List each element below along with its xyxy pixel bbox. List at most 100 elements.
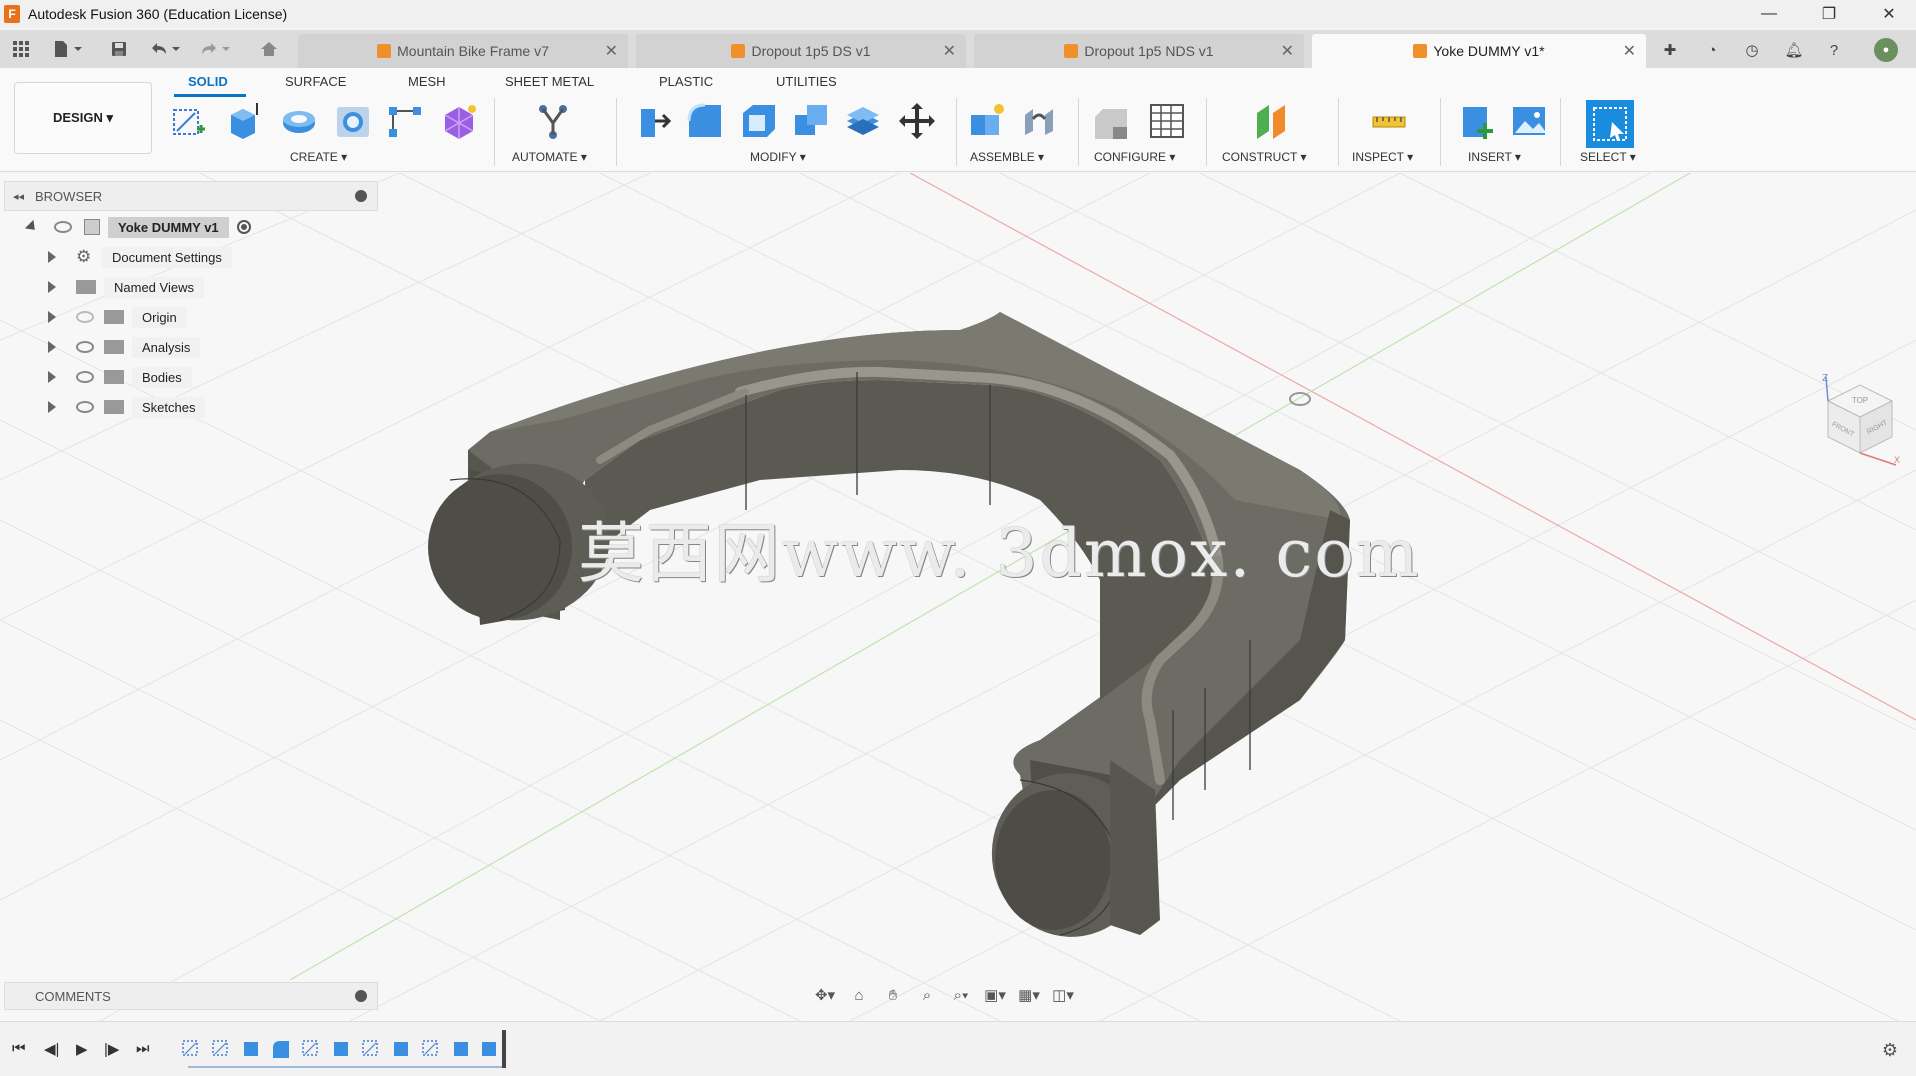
model-scene[interactable] xyxy=(0,173,1916,1021)
create-form-icon[interactable] xyxy=(438,100,480,142)
hidden-eye-icon[interactable] xyxy=(76,311,94,323)
expand-arrow-icon[interactable] xyxy=(48,311,56,323)
timeline-position-marker[interactable] xyxy=(502,1030,506,1068)
browser-item-origin[interactable]: Origin xyxy=(48,304,187,330)
tab-solid[interactable]: SOLID xyxy=(188,74,228,89)
select-menu[interactable]: SELECT ▾ xyxy=(1580,150,1636,164)
yoke-body[interactable] xyxy=(418,312,1350,949)
comments-panel[interactable]: COMMENTS xyxy=(4,982,378,1010)
tab-plastic[interactable]: PLASTIC xyxy=(659,74,713,89)
timeline-extrude-icon[interactable] xyxy=(240,1038,262,1060)
browser-panel-header[interactable]: ◂◂ BROWSER xyxy=(4,181,378,211)
visibility-eye-icon[interactable] xyxy=(54,221,72,233)
browser-item-sketches[interactable]: Sketches xyxy=(48,394,206,420)
tab-utilities[interactable]: UTILITIES xyxy=(776,74,837,89)
tab-dropout-ds[interactable]: Dropout 1p5 DS v1 ✕ xyxy=(636,34,966,68)
add-comment-icon[interactable] xyxy=(355,990,367,1002)
configuration-table-icon[interactable] xyxy=(1146,100,1188,142)
restore-button[interactable]: ❐ xyxy=(1806,0,1852,28)
configure-menu[interactable]: CONFIGURE ▾ xyxy=(1094,150,1175,164)
tab-sheet-metal[interactable]: SHEET METAL xyxy=(505,74,594,89)
close-tab-icon[interactable]: ✕ xyxy=(943,41,956,61)
pan-hand-icon[interactable]: ✋︎ xyxy=(878,982,908,1008)
play-icon[interactable]: ▶︎ xyxy=(76,1040,88,1058)
tab-mountain-bike-frame[interactable]: Mountain Bike Frame v7 ✕ xyxy=(298,34,628,68)
joint-icon[interactable] xyxy=(1018,100,1060,142)
pattern-icon[interactable] xyxy=(384,100,426,142)
timeline-extrude-icon[interactable] xyxy=(478,1038,500,1060)
timeline-fillet-icon[interactable] xyxy=(270,1038,292,1060)
look-at-icon[interactable]: ⌂ xyxy=(844,982,874,1008)
new-component-icon[interactable] xyxy=(966,100,1008,142)
notifications-icon[interactable]: 🔔︎ xyxy=(1782,38,1806,62)
create-sketch-icon[interactable] xyxy=(168,100,210,142)
combine-icon[interactable] xyxy=(790,100,832,142)
redo-icon[interactable] xyxy=(196,36,234,62)
create-menu[interactable]: CREATE ▾ xyxy=(290,150,347,164)
tab-yoke-dummy[interactable]: Yoke DUMMY v1* ✕ xyxy=(1312,34,1646,68)
insert-derive-icon[interactable] xyxy=(1456,100,1498,142)
timeline-sketch-icon[interactable] xyxy=(360,1038,382,1060)
modify-menu[interactable]: MODIFY ▾ xyxy=(750,150,806,164)
timeline-sketch-icon[interactable] xyxy=(180,1038,202,1060)
timeline-sketch-icon[interactable] xyxy=(210,1038,232,1060)
expand-arrow-icon[interactable] xyxy=(48,371,56,383)
expand-arrow-icon[interactable] xyxy=(48,341,56,353)
timeline-extrude-icon[interactable] xyxy=(450,1038,472,1060)
home-icon[interactable] xyxy=(256,36,282,62)
viewports-icon[interactable]: ◫▾ xyxy=(1048,982,1078,1008)
display-settings-icon[interactable]: ▣▾ xyxy=(980,982,1010,1008)
close-window-button[interactable]: ✕ xyxy=(1866,0,1912,28)
timeline-extrude-icon[interactable] xyxy=(330,1038,352,1060)
expand-arrow-icon[interactable] xyxy=(48,251,56,263)
activate-component-icon[interactable] xyxy=(236,220,251,234)
timeline-sketch-icon[interactable] xyxy=(420,1038,442,1060)
minimize-button[interactable]: — xyxy=(1746,0,1792,28)
measure-icon[interactable] xyxy=(1368,100,1410,142)
step-forward-icon[interactable]: |▶︎ xyxy=(104,1040,119,1058)
timeline-sketch-icon[interactable] xyxy=(300,1038,322,1060)
timeline-extrude-icon[interactable] xyxy=(390,1038,412,1060)
expand-arrow-icon[interactable] xyxy=(24,219,40,235)
save-icon[interactable] xyxy=(106,36,132,62)
browser-root-label[interactable]: Yoke DUMMY v1 xyxy=(108,216,229,238)
fillet-icon[interactable] xyxy=(684,100,726,142)
app-grid-icon[interactable] xyxy=(8,36,34,62)
configure-icon[interactable] xyxy=(1090,100,1132,142)
close-tab-icon[interactable]: ✕ xyxy=(605,41,618,61)
extensions-icon[interactable]: ◔ xyxy=(1700,38,1724,62)
graphics-viewport[interactable]: TOP FRONT RIGHT Z X xyxy=(0,173,1916,1021)
new-tab-icon[interactable]: ✚ xyxy=(1658,38,1682,62)
expand-arrow-icon[interactable] xyxy=(48,281,56,293)
hole-icon[interactable] xyxy=(332,100,374,142)
close-tab-icon[interactable]: ✕ xyxy=(1281,41,1294,61)
inspect-menu[interactable]: INSPECT ▾ xyxy=(1352,150,1413,164)
automate-menu[interactable]: AUTOMATE ▾ xyxy=(512,150,587,164)
tab-surface[interactable]: SURFACE xyxy=(285,74,346,89)
view-cube[interactable]: TOP FRONT RIGHT Z X xyxy=(1808,371,1904,467)
browser-root-row[interactable]: Yoke DUMMY v1 xyxy=(24,214,251,240)
offset-face-icon[interactable] xyxy=(842,100,884,142)
fit-icon[interactable]: ⌕▾ xyxy=(946,982,976,1008)
visibility-eye-icon[interactable] xyxy=(76,341,94,353)
tab-mesh[interactable]: MESH xyxy=(408,74,446,89)
job-status-icon[interactable]: ◷ xyxy=(1740,38,1764,62)
assemble-menu[interactable]: ASSEMBLE ▾ xyxy=(970,150,1044,164)
go-to-start-icon[interactable]: ⏮ xyxy=(12,1040,26,1057)
step-back-icon[interactable]: ◀︎| xyxy=(44,1040,59,1058)
timeline-settings-gear-icon[interactable]: ⚙ xyxy=(1882,1040,1898,1061)
select-icon[interactable] xyxy=(1586,100,1634,148)
automate-icon[interactable] xyxy=(532,100,574,142)
minimize-panel-icon[interactable] xyxy=(355,190,367,202)
insert-menu[interactable]: INSERT ▾ xyxy=(1468,150,1521,164)
browser-item-analysis[interactable]: Analysis xyxy=(48,334,201,360)
shell-icon[interactable] xyxy=(738,100,780,142)
zoom-icon[interactable]: ⌕ xyxy=(912,982,942,1008)
orbit-icon[interactable]: ✥▾ xyxy=(810,982,840,1008)
workspace-switcher-button[interactable]: DESIGN ▾ xyxy=(14,82,152,154)
extrude-icon[interactable] xyxy=(222,100,264,142)
browser-item-bodies[interactable]: Bodies xyxy=(48,364,192,390)
close-tab-icon[interactable]: ✕ xyxy=(1623,41,1636,61)
grid-settings-icon[interactable]: ▦▾ xyxy=(1014,982,1044,1008)
construct-menu[interactable]: CONSTRUCT ▾ xyxy=(1222,150,1306,164)
